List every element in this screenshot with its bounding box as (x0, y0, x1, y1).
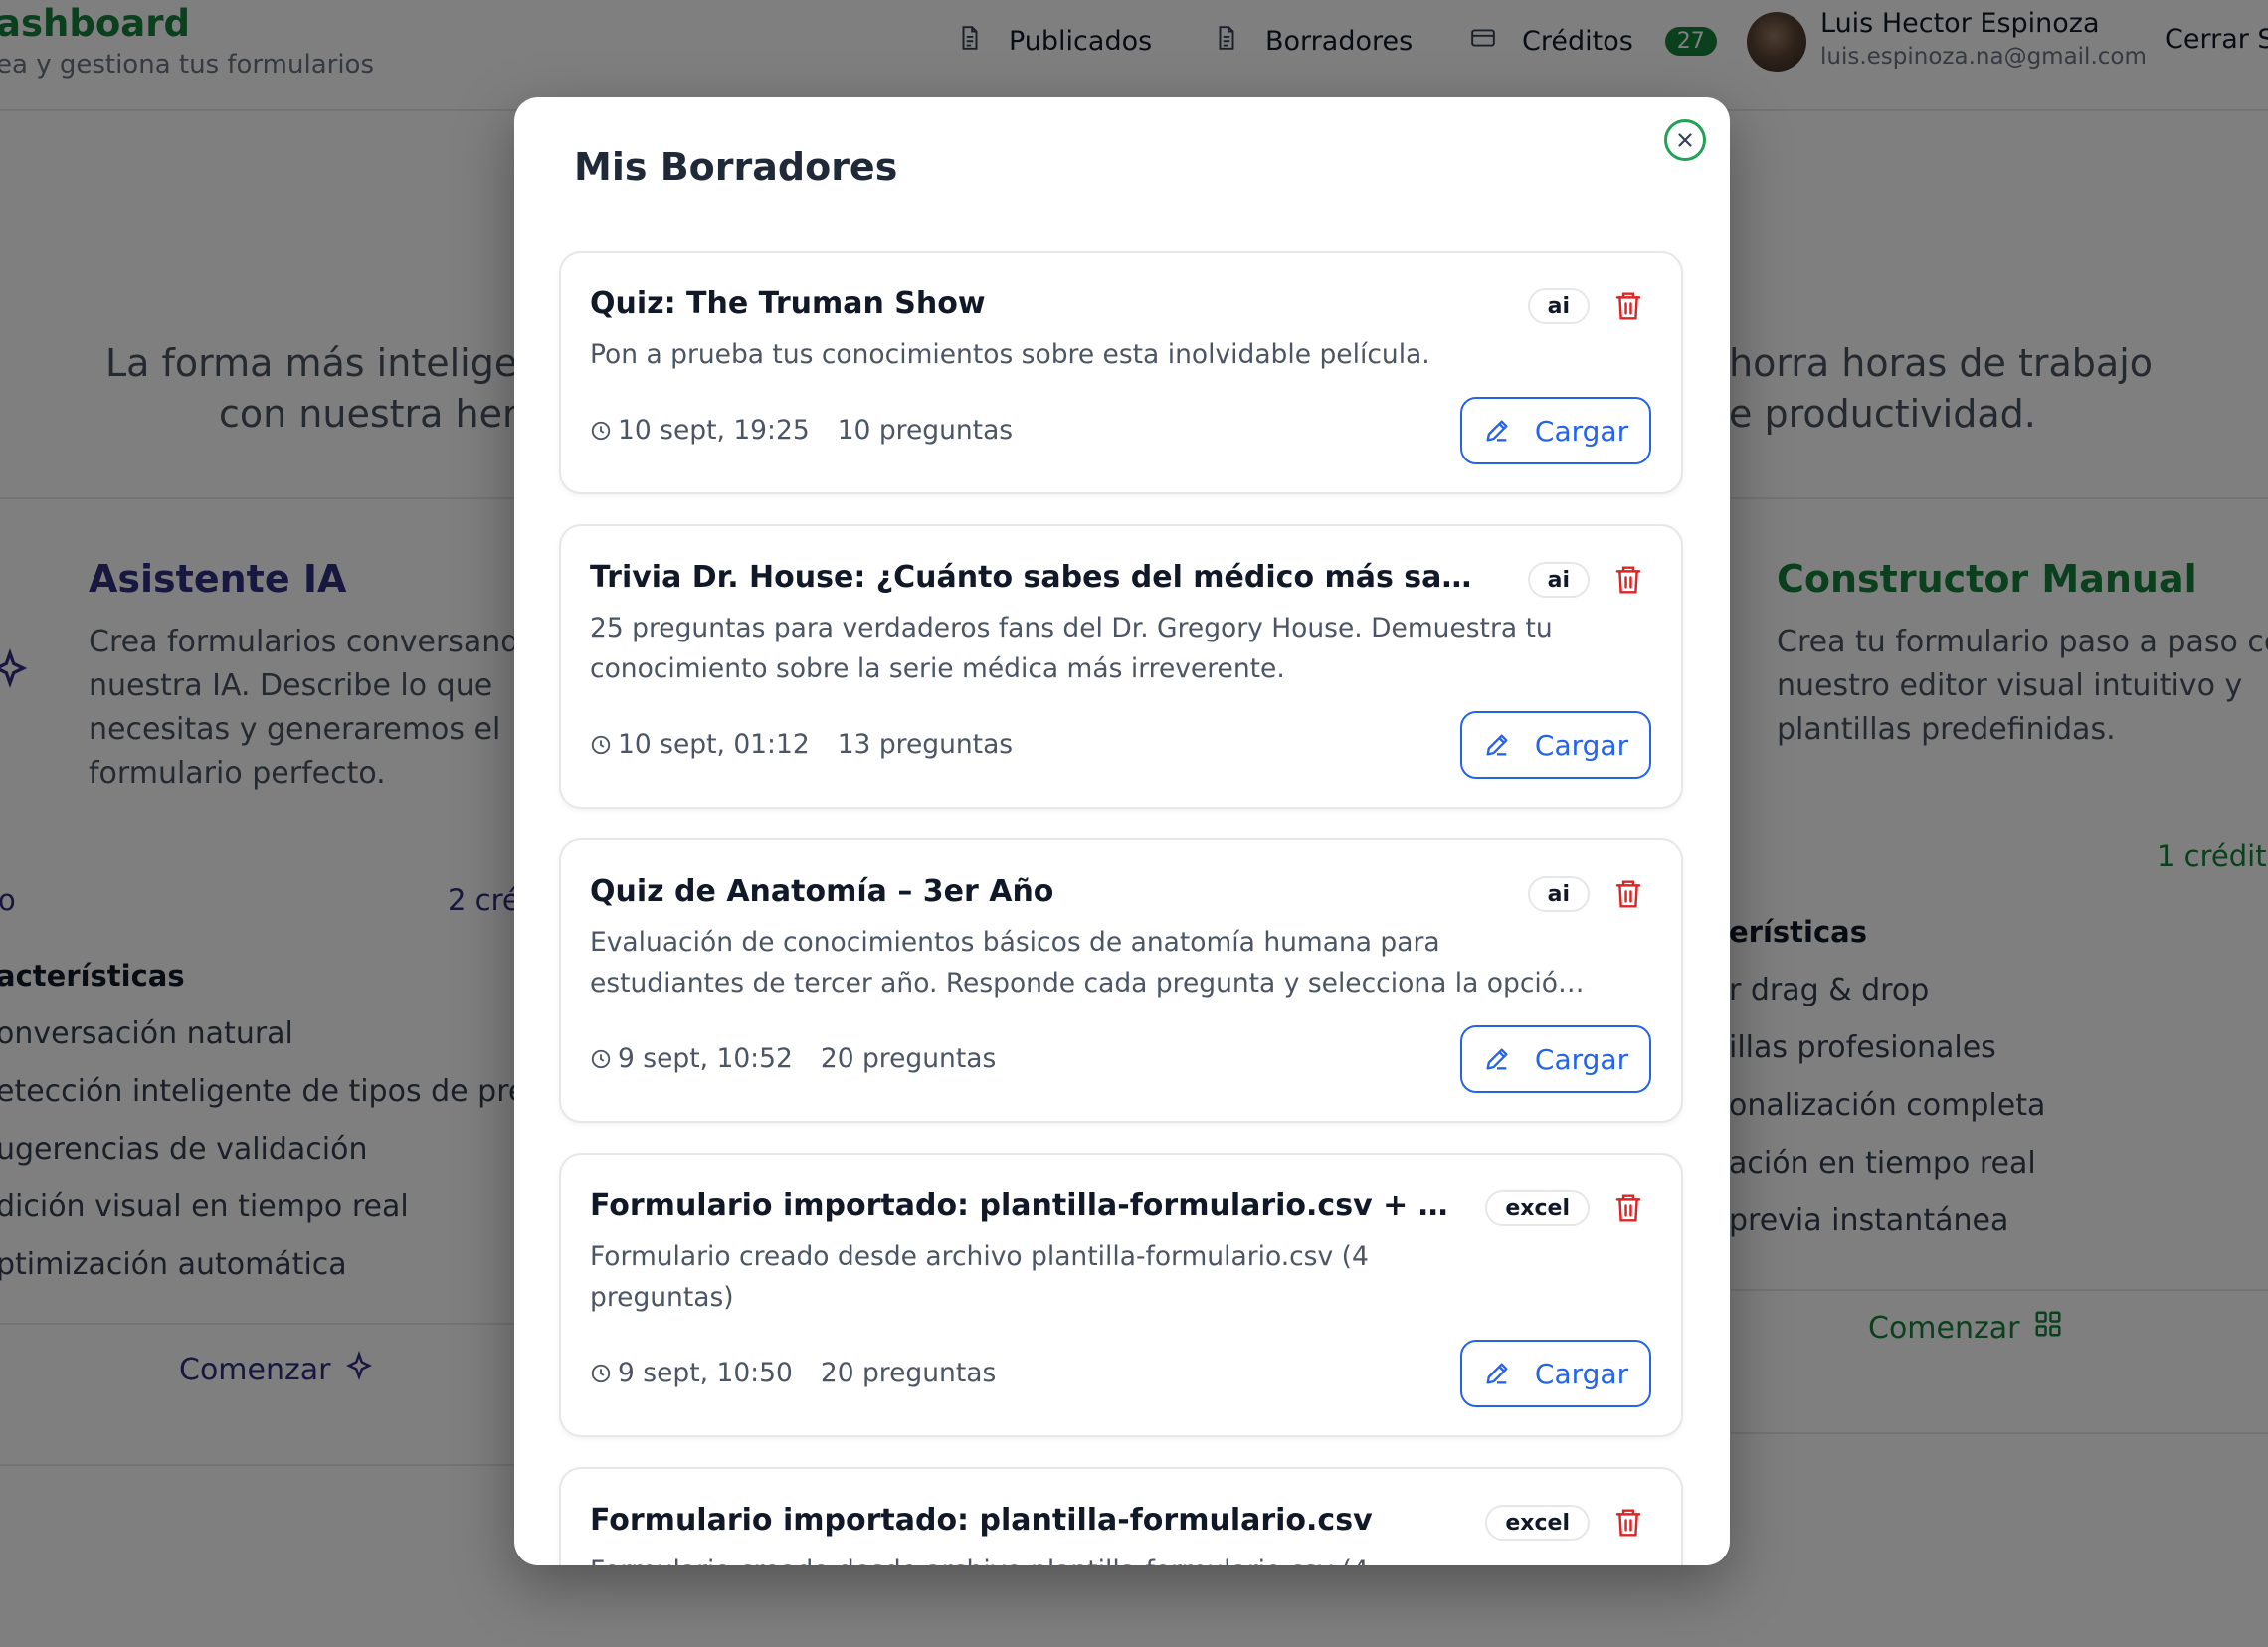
load-draft-label: Cargar (1534, 1042, 1629, 1076)
draft-source-tag: excel (1485, 1190, 1590, 1226)
load-draft-button[interactable]: Cargar (1460, 1340, 1651, 1407)
load-draft-button[interactable]: Cargar (1460, 397, 1651, 464)
load-draft-button[interactable]: Cargar (1460, 711, 1651, 779)
close-button[interactable] (1664, 119, 1706, 161)
load-draft-label: Cargar (1534, 414, 1629, 448)
pencil-icon (1483, 1045, 1511, 1073)
pencil-icon (1483, 1360, 1511, 1387)
draft-question-count: 10 preguntas (837, 415, 1014, 446)
drafts-modal: Mis Borradores Quiz: The Truman Show ai … (514, 97, 1730, 1565)
draft-title: Trivia Dr. House: ¿Cuánto sabes del médi… (590, 560, 1472, 595)
trash-icon (1613, 1507, 1643, 1539)
draft-date: 9 sept, 10:52 (618, 1043, 793, 1074)
draft-card: Quiz: The Truman Show ai Pon a prueba tu… (559, 251, 1683, 494)
load-draft-label: Cargar (1534, 1357, 1629, 1390)
load-draft-button[interactable]: Cargar (1460, 1025, 1651, 1093)
close-icon (1674, 129, 1696, 151)
clock-icon (590, 1048, 618, 1070)
draft-source-tag: ai (1527, 562, 1590, 598)
modal-title: Mis Borradores (574, 145, 898, 189)
draft-source-tag: ai (1527, 288, 1590, 324)
clock-icon (590, 420, 618, 442)
draft-title: Quiz: The Truman Show (590, 286, 986, 321)
draft-source-tag: ai (1527, 876, 1590, 912)
delete-draft-button[interactable] (1613, 878, 1643, 910)
delete-draft-button[interactable] (1613, 1192, 1643, 1224)
draft-question-count: 13 preguntas (837, 729, 1014, 760)
draft-card: Formulario importado: plantilla-formular… (559, 1467, 1683, 1565)
draft-question-count: 20 preguntas (820, 1358, 997, 1388)
delete-draft-button[interactable] (1613, 1507, 1643, 1539)
trash-icon (1613, 564, 1643, 596)
draft-date: 9 sept, 10:50 (618, 1358, 793, 1388)
draft-description: Formulario creado desde archivo plantill… (590, 1241, 1369, 1313)
trash-icon (1613, 290, 1643, 322)
draft-date: 10 sept, 19:25 (618, 415, 810, 446)
pencil-icon (1483, 417, 1511, 445)
draft-description: Formulario creado desde archivo plantill… (590, 1551, 1386, 1565)
draft-card: Quiz de Anatomía – 3er Año ai Evaluación… (559, 838, 1683, 1123)
draft-description: 25 preguntas para verdaderos fans del Dr… (590, 613, 1553, 684)
draft-card: Trivia Dr. House: ¿Cuánto sabes del médi… (559, 524, 1683, 809)
draft-title: Formulario importado: plantilla-formular… (590, 1189, 1452, 1223)
trash-icon (1613, 1192, 1643, 1224)
draft-title: Quiz de Anatomía – 3er Año (590, 874, 1054, 909)
clock-icon (590, 1363, 618, 1384)
trash-icon (1613, 878, 1643, 910)
draft-question-count: 20 preguntas (820, 1043, 997, 1074)
pencil-icon (1483, 731, 1511, 759)
delete-draft-button[interactable] (1613, 564, 1643, 596)
clock-icon (590, 734, 618, 756)
load-draft-label: Cargar (1534, 728, 1629, 762)
draft-description: Evaluación de conocimientos básicos de a… (590, 927, 1575, 999)
draft-date: 10 sept, 01:12 (618, 729, 810, 760)
draft-description: Pon a prueba tus conocimientos sobre est… (590, 339, 1430, 370)
drafts-list: Quiz: The Truman Show ai Pon a prueba tu… (559, 251, 1683, 1565)
delete-draft-button[interactable] (1613, 290, 1643, 322)
draft-title: Formulario importado: plantilla-formular… (590, 1503, 1373, 1538)
draft-source-tag: excel (1485, 1505, 1590, 1541)
draft-card: Formulario importado: plantilla-formular… (559, 1153, 1683, 1437)
